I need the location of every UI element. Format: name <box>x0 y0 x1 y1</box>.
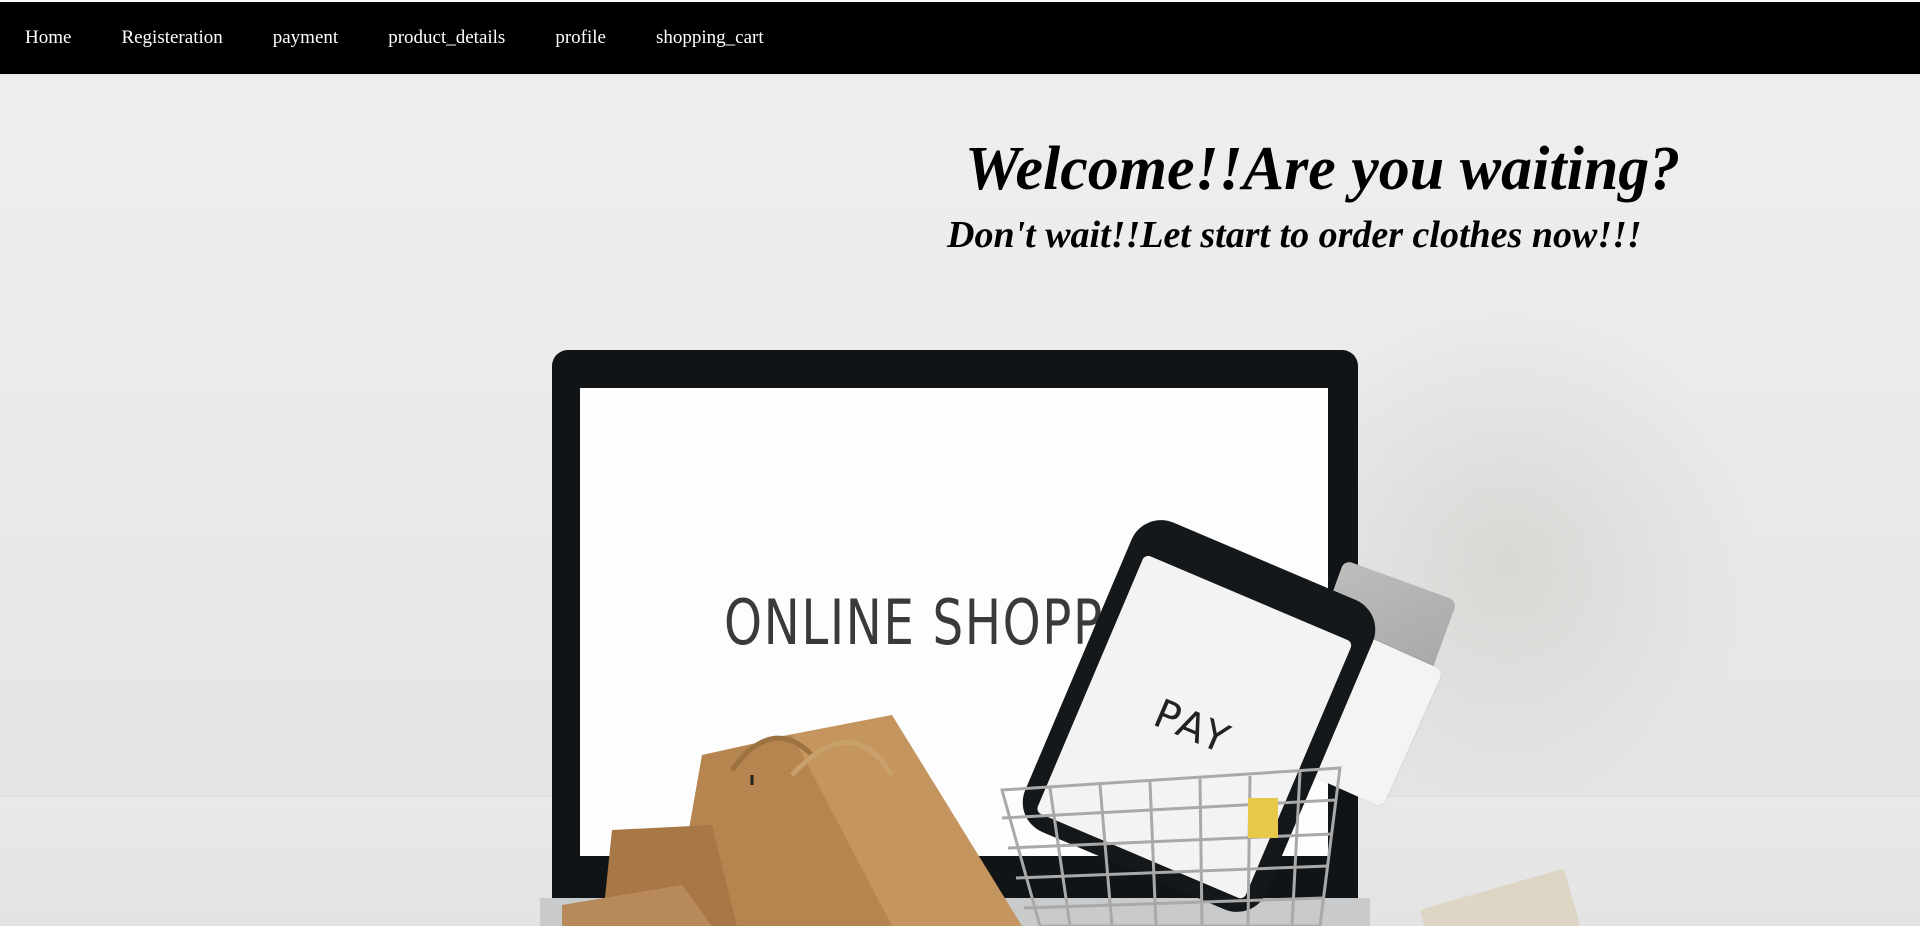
nav-link-payment[interactable]: payment <box>273 27 338 49</box>
hero-title: Welcome!!Are you waiting? <box>965 135 1681 203</box>
top-navbar: Home Registeration payment product_detai… <box>0 2 1920 74</box>
nav-link-registration[interactable]: Registeration <box>121 27 222 49</box>
nav-link-product-details[interactable]: product_details <box>388 27 505 49</box>
hero-subtitle: Don't wait!!Let start to order clothes n… <box>947 214 1642 256</box>
nav-link-home[interactable]: Home <box>25 27 71 49</box>
shopping-bags-icon <box>562 715 1032 926</box>
shopping-cart-icon <box>1000 748 1352 926</box>
nav-link-shopping-cart[interactable]: shopping_cart <box>656 27 764 49</box>
nav-link-profile[interactable]: profile <box>555 27 606 49</box>
home-page: Home Registeration payment product_detai… <box>0 0 1920 926</box>
